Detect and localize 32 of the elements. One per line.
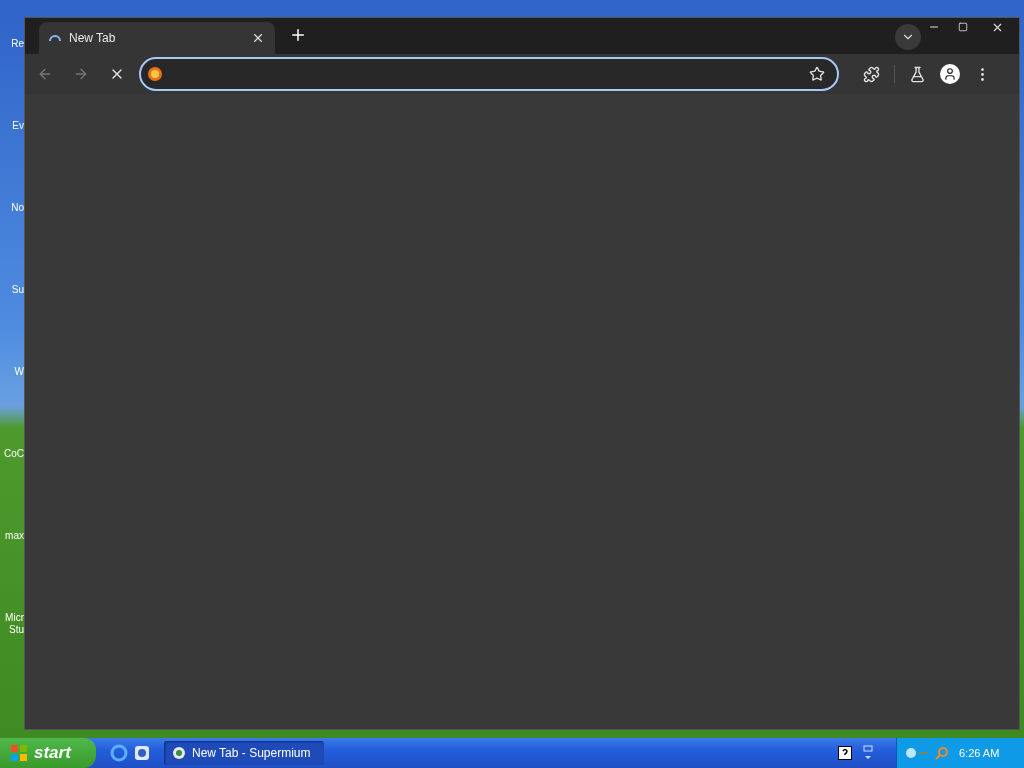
clock: 6:26 AM [959, 745, 1000, 761]
site-info-icon[interactable] [147, 66, 163, 82]
desktop-icon-label[interactable]: max [5, 530, 24, 542]
desktop-icon-label[interactable]: W [14, 366, 24, 378]
desktop-icon-label[interactable]: Re [11, 38, 24, 50]
desktop-icon-label[interactable]: Su [11, 284, 24, 296]
plus-icon [289, 26, 307, 44]
app-launcher-icon[interactable] [134, 745, 150, 761]
browser-tab[interactable]: New Tab [39, 22, 275, 54]
tray-app-icon[interactable] [905, 746, 929, 760]
tab-title: New Tab [69, 30, 117, 47]
tab-search-button[interactable] [895, 24, 921, 50]
forward-icon[interactable] [73, 66, 89, 82]
close-icon[interactable] [251, 31, 265, 45]
browser-e-icon[interactable] [110, 744, 128, 762]
extensions-icon[interactable] [863, 65, 880, 83]
windows-logo-icon [10, 744, 28, 762]
flask-icon[interactable] [909, 65, 926, 83]
back-icon[interactable] [37, 66, 53, 82]
network-icon[interactable] [862, 744, 874, 762]
taskbar-task-button[interactable]: New Tab - Supermium [164, 741, 324, 765]
desktop-icon-label[interactable]: No [11, 202, 24, 214]
desktop-icon-label[interactable]: Ev [12, 120, 24, 132]
profile-icon[interactable] [940, 64, 960, 84]
bookmark-star-icon[interactable] [809, 66, 825, 82]
browser-icon [172, 746, 186, 760]
address-bar[interactable] [139, 57, 839, 91]
start-button[interactable]: start [0, 738, 96, 768]
maximize-icon [957, 22, 968, 32]
desktop-icon-label[interactable]: CoC [4, 448, 24, 460]
desktop-icon-label[interactable]: Micr Stu [5, 612, 24, 636]
help-icon[interactable] [838, 746, 852, 760]
